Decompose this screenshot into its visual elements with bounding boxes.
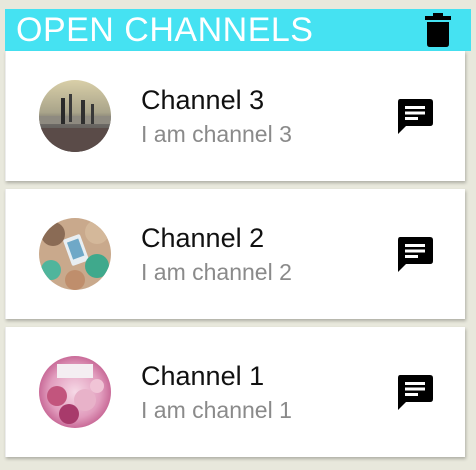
channel-description: I am channel 2: [141, 259, 292, 285]
channel-description: I am channel 1: [141, 397, 292, 423]
channel-name: Channel 2: [141, 223, 265, 253]
trash-icon: [425, 13, 451, 47]
open-chat-button[interactable]: [395, 96, 435, 136]
channel-list: Channel 3 I am channel 3 Channel 2 I am …: [5, 51, 465, 465]
open-chat-button[interactable]: [395, 372, 435, 412]
open-chat-button[interactable]: [395, 234, 435, 274]
chat-icon: [398, 99, 433, 134]
chat-icon: [398, 375, 433, 410]
header-bar: OPEN CHANNELS: [5, 9, 471, 51]
channel-name: Channel 3: [141, 85, 265, 115]
channel-description: I am channel 3: [141, 121, 292, 147]
channel-card[interactable]: Channel 2 I am channel 2: [5, 189, 465, 319]
chat-icon: [398, 237, 433, 272]
delete-button[interactable]: [423, 13, 453, 47]
page-title: OPEN CHANNELS: [16, 11, 314, 49]
avatar: [39, 218, 111, 290]
channel-card[interactable]: Channel 3 I am channel 3: [5, 51, 465, 181]
avatar: [39, 80, 111, 152]
channel-card[interactable]: Channel 1 I am channel 1: [5, 327, 465, 457]
channel-name: Channel 1: [141, 361, 265, 391]
avatar: [39, 356, 111, 428]
